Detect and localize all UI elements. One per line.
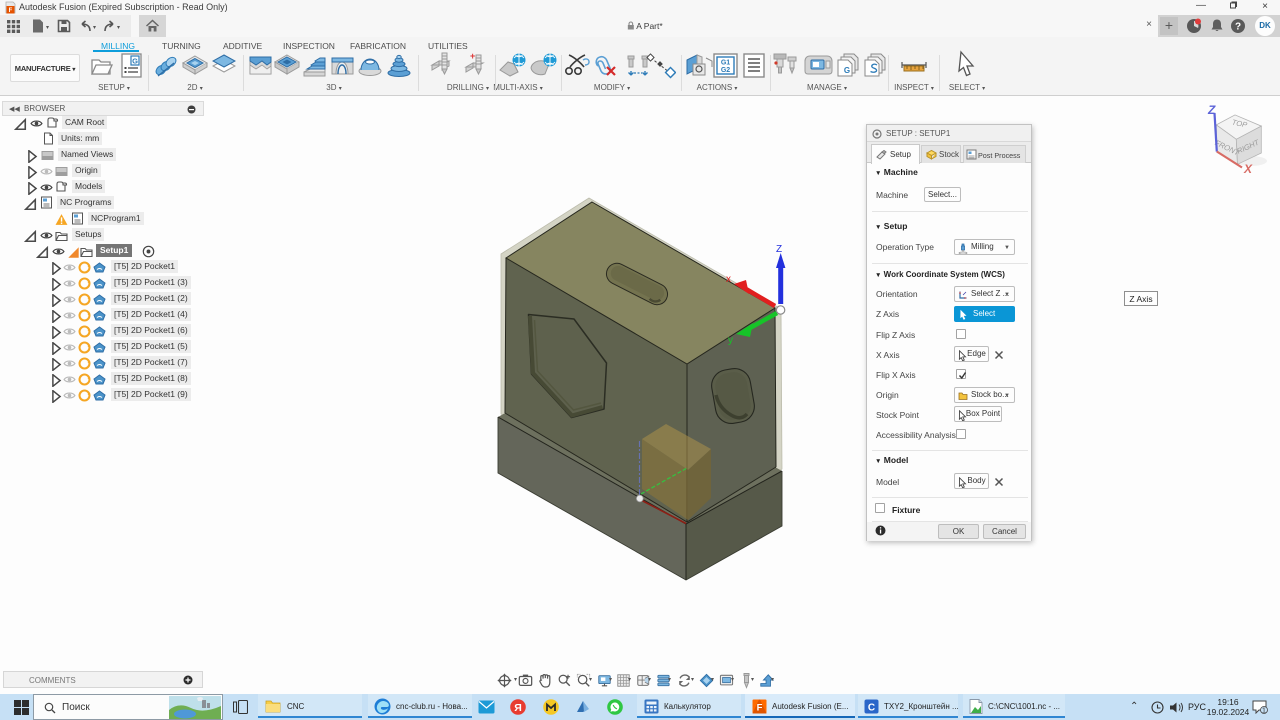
svg-text:Я: Я [514,702,522,714]
svg-text:Z: Z [776,244,782,255]
svg-text:+: + [470,51,475,61]
svg-text:X: X [1243,162,1253,176]
svg-text:x: x [726,274,731,285]
svg-text:F: F [757,703,763,714]
svg-text:?: ? [1235,22,1241,33]
svg-text:G2: G2 [721,67,730,74]
svg-text:G: G [844,66,850,75]
svg-text:y: y [728,335,733,346]
svg-text:1: 1 [1262,708,1266,714]
svg-text:Z: Z [1207,103,1216,117]
svg-text:G1: G1 [721,60,730,67]
svg-text:C: C [868,703,875,714]
